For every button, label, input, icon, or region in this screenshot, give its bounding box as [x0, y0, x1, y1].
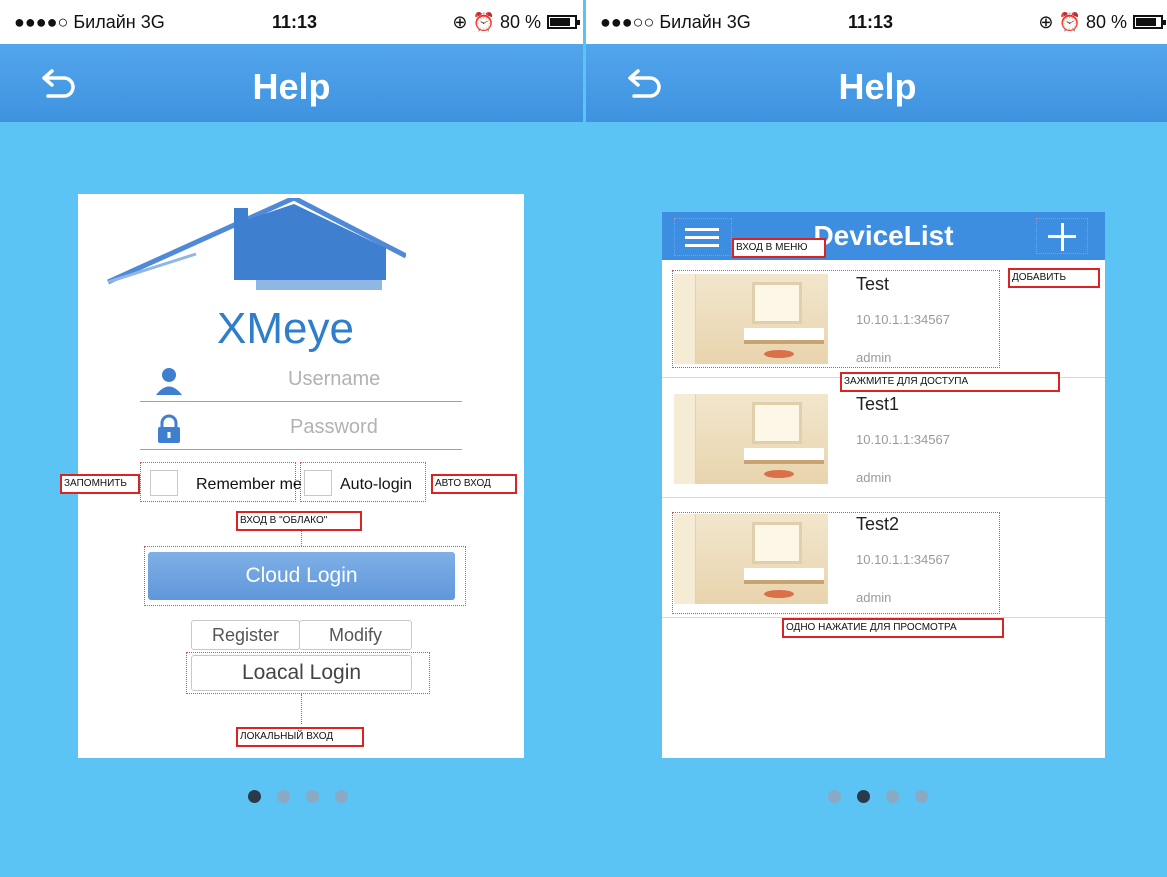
hold-highlight	[672, 270, 1000, 368]
left-help-screen: ●●●●○ Билайн 3G 11:13 ⊕ ⏰ 80 % Help XMey…	[0, 0, 583, 877]
page-dot	[857, 790, 870, 803]
cloud-login-button[interactable]: Cloud Login	[148, 552, 455, 600]
right-help-screen: ●●●○○ Билайн 3G 11:13 ⊕ ⏰ 80 % Help Devi…	[586, 0, 1167, 877]
username-field[interactable]: Username	[140, 362, 462, 402]
page-dot	[335, 790, 348, 803]
note-local: ЛОКАЛЬНЫЙ ВХОД	[236, 727, 364, 747]
alarm-icon: ⏰	[472, 12, 495, 32]
page-dot	[915, 790, 928, 803]
app-logo-text: XMeye	[217, 304, 354, 353]
note-tap: ОДНО НАЖАТИЕ ДЛЯ ПРОСМОТРА	[782, 618, 1004, 638]
nav-bar: Help	[586, 44, 1167, 122]
tap-highlight	[672, 512, 1000, 614]
username-placeholder: Username	[288, 368, 381, 390]
local-login-button[interactable]: Loacal Login	[191, 655, 412, 691]
page-dot	[886, 790, 899, 803]
status-right: ⊕ ⏰ 80 %	[1038, 12, 1166, 33]
note-menu: ВХОД В МЕНЮ	[732, 238, 826, 258]
modify-button[interactable]: Modify	[299, 620, 412, 650]
status-bar: ●●●●○ Билайн 3G 11:13 ⊕ ⏰ 80 %	[0, 0, 583, 44]
alarm-icon: ⏰	[1058, 12, 1081, 32]
orientation-lock-icon: ⊕	[1038, 12, 1054, 32]
status-right: ⊕ ⏰ 80 %	[452, 12, 580, 33]
note-hold: ЗАЖМИТЕ ДЛЯ ДОСТУПА	[840, 372, 1060, 392]
plus-icon[interactable]	[1036, 218, 1088, 254]
auto-login-checkbox[interactable]	[304, 470, 332, 496]
note-add: ДОБАВИТЬ	[1008, 268, 1100, 288]
page-title: Help	[838, 66, 917, 107]
page-dot	[306, 790, 319, 803]
carrier-label: ●●●●○ Билайн 3G	[14, 12, 165, 32]
device-address: 10.10.1.1:34567	[856, 432, 950, 447]
battery-icon	[1133, 15, 1166, 29]
house-logo-icon	[106, 198, 406, 290]
remember-me-label: Remember me	[196, 476, 302, 493]
status-bar: ●●●○○ Билайн 3G 11:13 ⊕ ⏰ 80 %	[586, 0, 1167, 44]
auto-login-label: Auto-login	[340, 476, 413, 493]
password-placeholder: Password	[290, 416, 378, 438]
battery-icon	[547, 15, 580, 29]
lock-icon	[158, 414, 180, 443]
page-indicator	[828, 790, 928, 804]
register-button[interactable]: Register	[191, 620, 300, 650]
battery-label: 80 %	[499, 12, 541, 32]
note-remember: ЗАПОМНИТЬ	[60, 474, 140, 494]
page-dot	[828, 790, 841, 803]
clock-label: 11:13	[848, 12, 894, 32]
device-list-header: DeviceList	[662, 212, 1105, 260]
page-dot	[248, 790, 261, 803]
carrier-label: ●●●○○ Билайн 3G	[600, 12, 751, 32]
battery-label: 80 %	[1085, 12, 1127, 32]
clock-label: 11:13	[272, 12, 318, 32]
connector-line	[301, 694, 302, 724]
device-user: admin	[856, 470, 892, 485]
page-dot	[277, 790, 290, 803]
device-list-preview: DeviceList Test 10.10.1.1:34567 admin Te…	[662, 212, 1105, 758]
connector-line	[301, 530, 302, 546]
device-name: Test1	[856, 394, 900, 414]
camera-thumbnail	[674, 394, 828, 484]
note-cloud: ВХОД В "ОБЛАКО"	[236, 511, 362, 531]
user-icon	[156, 368, 182, 395]
page-indicator	[248, 790, 348, 804]
note-autologin: АВТО ВХОД	[431, 474, 517, 494]
nav-bar: Help	[0, 44, 583, 122]
orientation-lock-icon: ⊕	[452, 12, 468, 32]
remember-me-checkbox[interactable]	[150, 470, 178, 496]
page-title: Help	[252, 66, 331, 107]
device-row[interactable]: Test1 10.10.1.1:34567 admin	[662, 382, 1105, 498]
password-field[interactable]: Password	[140, 410, 462, 450]
